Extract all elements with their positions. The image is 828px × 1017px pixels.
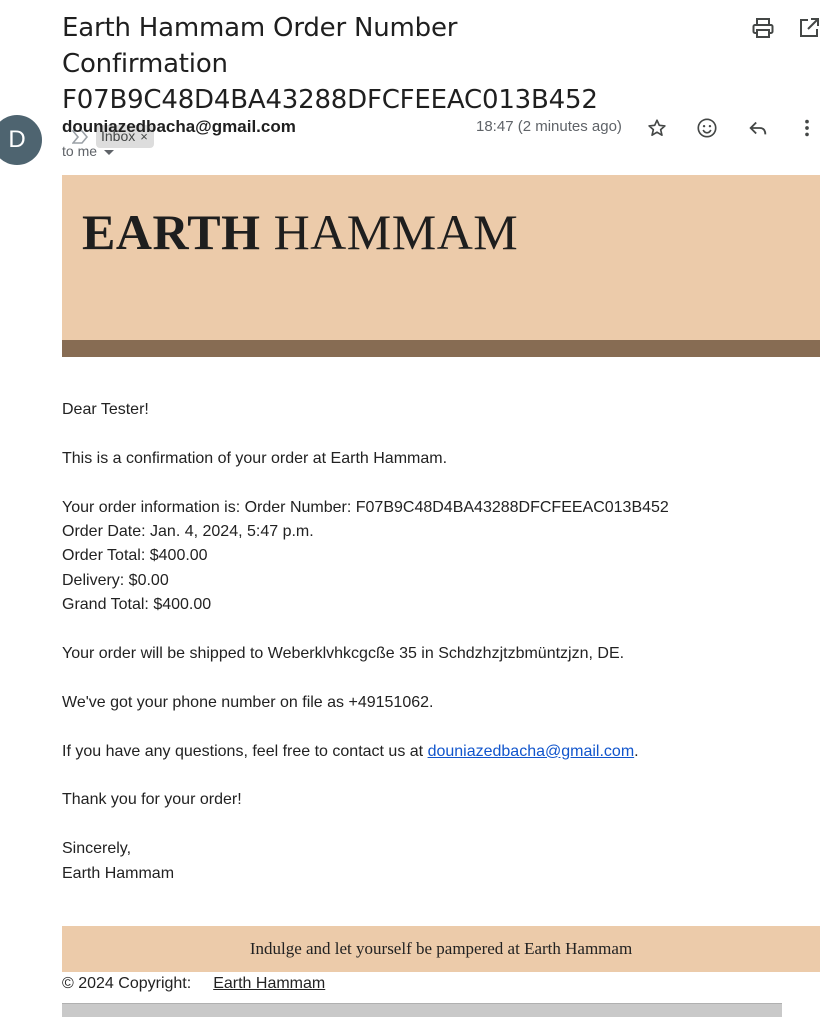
- contact-email-link[interactable]: douniazedbacha@gmail.com: [428, 743, 635, 760]
- order-number: Your order information is: Order Number:…: [62, 498, 669, 516]
- signature: Earth Hammam: [62, 864, 175, 882]
- footer-tagline-band: Indulge and let yourself be pampered at …: [62, 926, 820, 972]
- shipping-address: Your order will be shipped to Weberklvhk…: [62, 645, 625, 663]
- greeting: Dear Tester!: [62, 401, 149, 418]
- recipient-label: to me: [62, 143, 98, 159]
- brand-rest: HAMMAM: [260, 204, 519, 260]
- contact-prefix: If you have any questions, feel free to …: [62, 742, 428, 760]
- contact-suffix: .: [634, 742, 639, 760]
- subject-text: Earth Hammam Order Number Confirmation F…: [62, 13, 598, 115]
- delivery-cost: Delivery: $0.00: [62, 571, 169, 589]
- timestamp: 18:47 (2 minutes ago): [476, 118, 622, 135]
- print-icon[interactable]: [751, 16, 775, 40]
- email-body: Dear Tester! This is a confirmation of y…: [62, 398, 802, 910]
- thanks-text: Thank you for your order!: [62, 791, 242, 809]
- order-total: Order Total: $400.00: [62, 547, 208, 565]
- more-vert-icon[interactable]: [796, 117, 818, 139]
- recipient-details[interactable]: to me: [62, 143, 115, 159]
- phone-number: We've got your phone number on file as +…: [62, 693, 434, 711]
- emoji-reaction-icon[interactable]: [696, 117, 718, 139]
- brand-bold: EARTH: [82, 204, 261, 260]
- sender-email[interactable]: douniazedbacha@gmail.com: [62, 117, 296, 137]
- star-icon[interactable]: [646, 117, 668, 139]
- signoff: Sincerely, Earth Hammam: [62, 837, 802, 886]
- copyright-link[interactable]: Earth Hammam: [213, 975, 325, 992]
- footer-tagline: Indulge and let yourself be pampered at …: [249, 939, 633, 958]
- order-date: Order Date: Jan. 4, 2024, 5:47 p.m.: [62, 523, 314, 540]
- intro-text: This is a confirmation of your order at …: [62, 449, 448, 467]
- open-in-new-icon[interactable]: [797, 16, 821, 40]
- brand-logo-text: EARTH HAMMAM: [82, 203, 518, 261]
- contact-text: If you have any questions, feel free to …: [62, 740, 802, 764]
- signoff-text: Sincerely,: [62, 840, 132, 858]
- banner-divider-strip: [62, 340, 820, 357]
- chevron-down-icon[interactable]: [104, 149, 115, 155]
- reply-icon[interactable]: [747, 117, 769, 139]
- copyright-text: © 2024 Copyright:: [62, 975, 192, 992]
- horizontal-scrollbar[interactable]: [62, 1003, 782, 1017]
- email-banner: EARTH HAMMAM: [62, 175, 820, 340]
- copyright: © 2024 Copyright: Earth Hammam: [62, 975, 325, 993]
- order-details: Your order information is: Order Number:…: [62, 496, 802, 618]
- grand-total: Grand Total: $400.00: [62, 596, 212, 614]
- avatar[interactable]: D: [0, 115, 42, 165]
